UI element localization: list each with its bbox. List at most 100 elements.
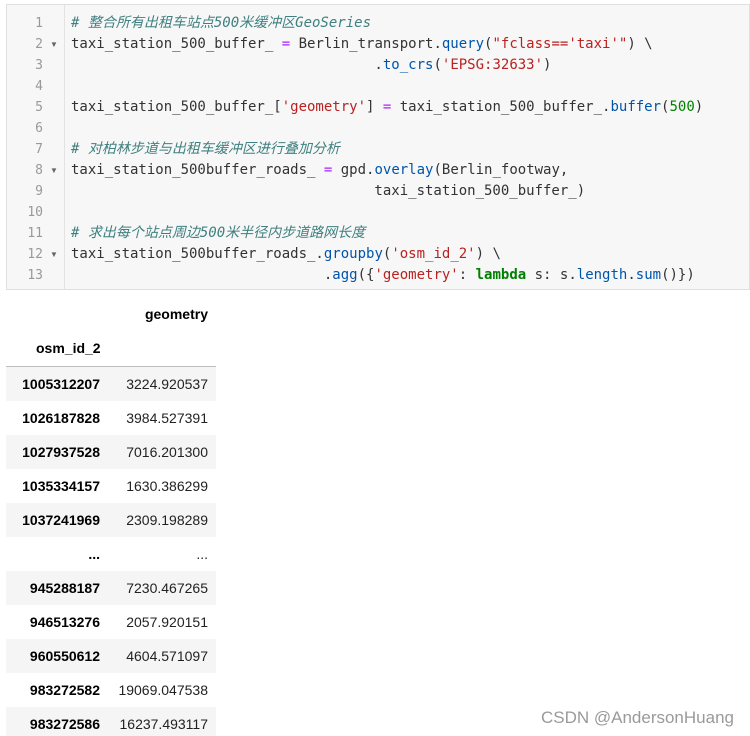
code-line[interactable]: taxi_station_500_buffer_ = Berlin_transp… [65,34,749,55]
code-token: to_crs [382,57,434,73]
code-token: ) \ [627,36,653,52]
line-number: 12 [27,247,43,262]
code-token: gpd. [332,162,375,178]
cell-value-geometry: 19069.047538 [118,682,208,698]
cell-value-geometry: ... [196,546,208,562]
code-token: 'geometry' [374,267,459,283]
code-token: buffer [610,99,662,115]
row-index: ... [88,546,100,562]
code-line-text: # 对柏林步道与出租车缓冲区进行叠加分析 [71,139,340,160]
dataframe-index-name-row: osm_id_2 [6,330,216,367]
code-token: length [576,267,628,283]
code-token: sum [635,267,662,283]
dataframe-output: geometry osm_id_2 1005312207 3224.920537 1… [6,296,216,736]
line-number: 2 [35,37,43,52]
code-editor[interactable]: # 整合所有出租车站点500米缓冲区GeoSeries taxi_station_… [65,5,749,289]
code-line[interactable]: # 对柏林步道与出租车缓冲区进行叠加分析 [65,139,749,160]
code-token: ] [366,99,383,115]
table-row: 946513276 2057.920151 [6,605,216,639]
table-row: ...... [6,537,216,571]
dataframe-body: 1005312207 3224.920537 1026187828 3984.5273… [6,367,216,736]
code-token: ()}) [661,267,695,283]
code-token: 'osm_id_2' [391,246,476,262]
code-token: groupby [323,246,383,262]
code-line[interactable]: taxi_station_500buffer_roads_ = gpd.over… [65,160,749,181]
code-token: # 对柏林步道与出租车缓冲区进行叠加分析 [71,141,340,157]
line-number: 6 [35,121,43,136]
code-token: # 求出每个站点周边500米半径内步道路网长度 [71,225,366,241]
fold-arrow-icon[interactable]: ▼ [50,34,60,55]
line-number: 11 [27,226,43,241]
code-line-text: taxi_station_500_buffer_ = Berlin_transp… [71,34,653,55]
code-token: taxi_station_500buffer_roads_. [71,246,324,262]
code-token: 'geometry' [281,99,367,115]
code-token: : [458,267,476,283]
table-row: 945288187 7230.467265 [6,571,216,605]
row-index: 983272582 [29,682,100,698]
row-index: 960550612 [29,648,100,664]
row-index: 1005312207 [22,376,100,392]
line-number: 9 [35,184,43,199]
code-token: taxi_station_500_buffer_ [71,36,282,52]
code-line[interactable]: # 整合所有出租车站点500米缓冲区GeoSeries [65,13,749,34]
table-row: 983272586 16237.493117 [6,707,216,736]
code-cell[interactable]: 1 2 ▼ 3 4 5 6 7 8 ▼ 9 10 11 12 ▼ 13 # 整合所有出租车站点500米缓冲区G… [6,4,750,290]
code-line-text: taxi_station_500buffer_roads_ = gpd.over… [71,160,568,181]
code-token: . [71,267,333,283]
code-token: taxi_station_500_buffer_[ [71,99,282,115]
cell-value-geometry: 3224.920537 [126,376,208,392]
code-token: (Berlin_footway, [433,162,569,178]
row-index: 983272586 [29,716,100,732]
code-token: taxi_station_500_buffer_) [71,183,586,199]
index-name: osm_id_2 [36,340,101,356]
code-line[interactable] [65,202,749,223]
code-line-text: .agg({'geometry': lambda s: s.length.sum… [71,265,695,286]
code-token: Berlin_transport. [290,36,442,52]
line-number: 7 [35,142,43,157]
code-line-text: # 整合所有出租车站点500米缓冲区GeoSeries [71,13,371,34]
code-line[interactable]: taxi_station_500_buffer_) [65,181,749,202]
fold-arrow-icon[interactable]: ▼ [50,160,60,181]
code-token: 500 [669,99,695,115]
code-line[interactable]: .to_crs('EPSG:32633') [65,55,749,76]
code-token: . [71,57,383,73]
cell-value-geometry: 7230.467265 [126,580,208,596]
fold-arrow-icon[interactable]: ▼ [50,244,60,265]
line-number-gutter: 1 2 ▼ 3 4 5 6 7 8 ▼ 9 10 11 12 ▼ 13 [7,5,65,289]
row-index: 1027937528 [22,444,100,460]
code-token: # 整合所有出租车站点500米缓冲区GeoSeries [71,15,372,31]
code-line-text: # 求出每个站点周边500米半径内步道路网长度 [71,223,365,244]
line-number: 13 [27,268,43,283]
column-header-geometry[interactable]: geometry [145,306,208,322]
code-token: ({ [357,267,375,283]
code-token: taxi_station_500buffer_roads_ [71,162,324,178]
code-token: ) [543,57,552,73]
row-index: 945288187 [29,580,100,596]
row-index: 1037241969 [22,512,100,528]
code-line[interactable]: .agg({'geometry': lambda s: s.length.sum… [65,265,749,286]
table-row: 1027937528 7016.201300 [6,435,216,469]
table-row: 960550612 4604.571097 [6,639,216,673]
dataframe-header-row: geometry [6,296,216,330]
code-token: query [441,36,485,52]
code-token: "fclass=='taxi'" [492,36,628,52]
code-line-text: taxi_station_500_buffer_) [71,181,585,202]
row-index: 1035334157 [22,478,100,494]
cell-value-geometry: 4604.571097 [126,648,208,664]
cell-value-geometry: 2057.920151 [126,614,208,630]
code-token: ) [694,99,704,115]
table-row: 1026187828 3984.527391 [6,401,216,435]
code-line[interactable]: taxi_station_500_buffer_['geometry'] = t… [65,97,749,118]
code-line[interactable] [65,76,749,97]
code-token: taxi_station_500_buffer_. [391,99,611,115]
table-row: 1037241969 2309.198289 [6,503,216,537]
line-number: 10 [27,205,43,220]
code-line[interactable]: # 求出每个站点周边500米半径内步道路网长度 [65,223,749,244]
line-number: 8 [35,163,43,178]
code-token: agg [332,267,358,283]
code-token: s: s. [526,267,577,283]
code-line[interactable]: taxi_station_500buffer_roads_.groupby('o… [65,244,749,265]
code-line-text: .to_crs('EPSG:32633') [71,55,551,76]
code-line[interactable] [65,118,749,139]
notebook-page: 1 2 ▼ 3 4 5 6 7 8 ▼ 9 10 11 12 ▼ 13 # 整合所有出租车站点500米缓冲区G… [0,0,750,736]
